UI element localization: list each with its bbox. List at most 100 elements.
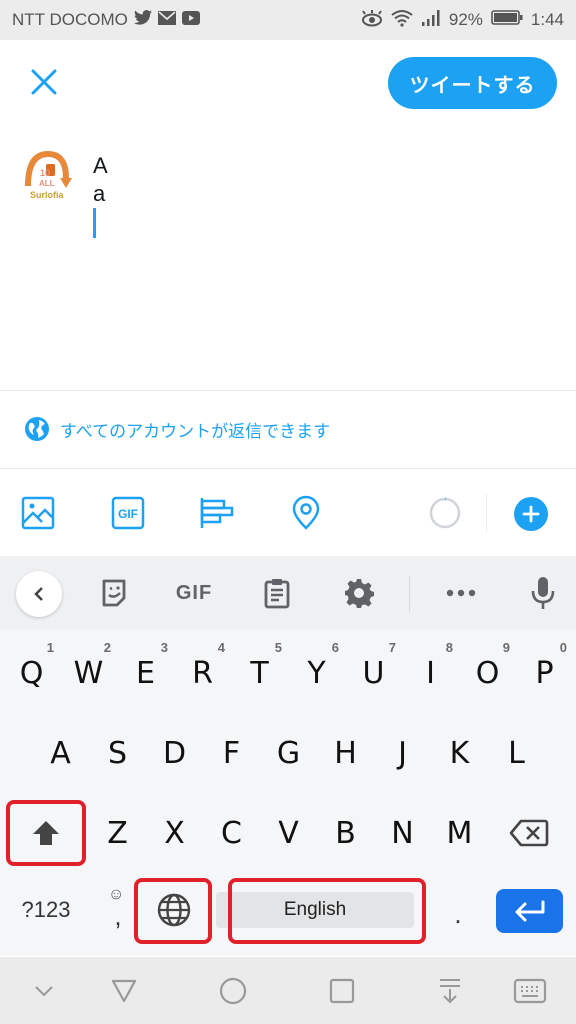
add-gif-button[interactable]: GIF xyxy=(110,495,146,531)
close-icon xyxy=(31,69,57,95)
voice-input-button[interactable] xyxy=(526,576,560,610)
key-m[interactable]: M xyxy=(431,802,488,864)
key-g[interactable]: G xyxy=(260,722,317,784)
square-recents-icon xyxy=(329,978,355,1004)
key-x[interactable]: X xyxy=(146,802,203,864)
key-r[interactable]: R4 xyxy=(174,640,231,704)
gif-icon: GIF xyxy=(111,496,145,530)
language-key[interactable] xyxy=(140,882,208,938)
enter-key[interactable] xyxy=(496,889,563,933)
tweet-text-input[interactable]: A a xyxy=(93,152,108,208)
divider xyxy=(0,390,576,391)
toolbar-separator xyxy=(486,494,487,532)
compose-toolbar: GIF xyxy=(0,470,576,556)
location-icon xyxy=(292,495,320,530)
reply-setting-label: すべてのアカウントが返信できます xyxy=(60,421,331,441)
back-button[interactable] xyxy=(106,973,142,1009)
key-k[interactable]: K xyxy=(431,722,488,784)
key-y[interactable]: Y6 xyxy=(288,640,345,704)
svg-text:GIF: GIF xyxy=(118,507,138,521)
character-counter xyxy=(427,495,463,531)
microphone-icon xyxy=(531,577,555,609)
twitter-icon xyxy=(133,10,152,30)
key-h[interactable]: H xyxy=(317,722,374,784)
key-u[interactable]: U7 xyxy=(345,640,402,704)
compose-header: ツイートする xyxy=(0,40,576,130)
recents-button[interactable] xyxy=(324,973,360,1009)
keyboard-switch-button[interactable] xyxy=(512,973,548,1009)
key-i[interactable]: I8 xyxy=(402,640,459,704)
key-s[interactable]: S xyxy=(89,722,146,784)
key-f[interactable]: F xyxy=(203,722,260,784)
key-c[interactable]: C xyxy=(203,802,260,864)
keyboard: GIF Q1 W2 E3 R 4 T 5 Y 6 U 7 I 8 O 9 P 0… xyxy=(0,556,576,956)
svg-text:Surlofia: Surlofia xyxy=(30,190,64,200)
key-p[interactable]: P0 xyxy=(516,640,573,704)
add-poll-button[interactable] xyxy=(198,495,234,531)
clipboard-icon xyxy=(264,579,290,609)
avatar[interactable]: 10 ALL Surlofia xyxy=(22,150,74,206)
key-o[interactable]: O9 xyxy=(459,640,516,704)
key-t[interactable]: T5 xyxy=(231,640,288,704)
period-key[interactable]: . xyxy=(440,882,476,938)
hide-keyboard-button[interactable] xyxy=(26,973,62,1009)
chevron-down-icon xyxy=(35,986,53,997)
poll-icon xyxy=(200,498,234,528)
circle-home-icon xyxy=(219,977,247,1005)
notification-pull-button[interactable] xyxy=(432,973,468,1009)
clock: 1:44 xyxy=(530,10,564,29)
svg-text:10: 10 xyxy=(40,168,50,178)
settings-button[interactable] xyxy=(342,576,376,610)
keyboard-toolbar: GIF xyxy=(0,556,576,629)
navigation-bar xyxy=(0,957,576,1024)
clipboard-button[interactable] xyxy=(260,576,294,610)
image-icon xyxy=(21,496,55,530)
status-bar: NTT DOCOMO 92% 1:44 xyxy=(0,0,576,40)
carrier-name: NTT DOCOMO xyxy=(12,10,128,29)
key-z[interactable]: Z xyxy=(89,802,146,864)
text-cursor xyxy=(93,208,96,238)
backspace-key[interactable] xyxy=(496,802,562,864)
divider xyxy=(0,468,576,469)
reply-setting[interactable]: すべてのアカウントが返信できます xyxy=(24,416,330,442)
keyboard-icon xyxy=(513,978,547,1004)
battery-percent: 92% xyxy=(448,10,483,29)
backspace-icon xyxy=(509,819,549,847)
sticker-button[interactable] xyxy=(96,576,132,610)
tweet-button[interactable]: ツイートする xyxy=(388,57,557,109)
plus-icon xyxy=(522,505,540,523)
key-e[interactable]: E3 xyxy=(117,640,174,704)
keyboard-back-button[interactable] xyxy=(16,571,62,617)
gif-button[interactable]: GIF xyxy=(172,576,216,610)
emoji-hint-icon: ☺ xyxy=(108,886,125,903)
key-v[interactable]: V xyxy=(260,802,317,864)
key-n[interactable]: N xyxy=(374,802,431,864)
more-horizontal-icon xyxy=(446,589,476,597)
add-tweet-button[interactable] xyxy=(514,497,548,531)
space-key[interactable]: English xyxy=(216,892,414,928)
mail-icon xyxy=(157,10,176,30)
close-button[interactable] xyxy=(26,64,62,100)
key-b[interactable]: B xyxy=(317,802,374,864)
battery-icon xyxy=(491,10,523,30)
youtube-icon xyxy=(181,10,200,30)
key-q[interactable]: Q1 xyxy=(3,640,60,704)
triangle-back-icon xyxy=(111,979,137,1003)
key-l[interactable]: L xyxy=(488,722,545,784)
symbols-key[interactable]: ?123 xyxy=(8,882,84,938)
key-w[interactable]: W2 xyxy=(60,640,117,704)
shift-key[interactable] xyxy=(8,802,84,864)
signal-icon xyxy=(421,9,441,31)
comma-key[interactable]: , ☺ xyxy=(100,882,136,938)
key-a[interactable]: A xyxy=(32,722,89,784)
more-button[interactable] xyxy=(442,576,480,610)
add-image-button[interactable] xyxy=(20,495,56,531)
keyboard-toolbar-separator xyxy=(409,576,410,612)
key-d[interactable]: D xyxy=(146,722,203,784)
key-j[interactable]: J xyxy=(374,722,431,784)
globe-icon xyxy=(157,893,191,927)
svg-text:ALL: ALL xyxy=(39,179,55,188)
add-location-button[interactable] xyxy=(288,495,324,531)
home-button[interactable] xyxy=(215,973,251,1009)
pull-down-icon xyxy=(440,979,460,1004)
